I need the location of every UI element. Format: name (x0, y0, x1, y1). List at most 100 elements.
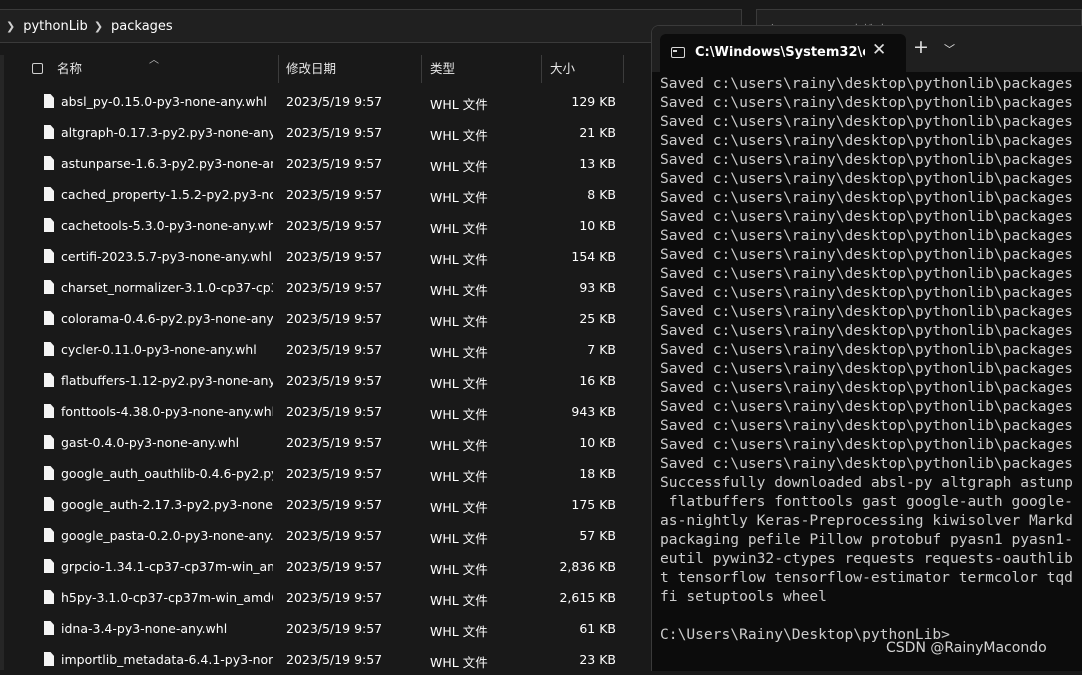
file-size: 154 KB (571, 249, 616, 264)
file-name: colorama-0.4.6-py2.py3-none-any.whl (61, 311, 273, 326)
file-size: 18 KB (579, 466, 616, 481)
file-row[interactable]: google_pasta-0.2.0-py3-none-any.whl 2023/… (20, 520, 630, 551)
file-icon (44, 404, 54, 418)
console-line: Saved c:\users\rainy\desktop\pythonlib\p… (660, 303, 1073, 320)
file-type: WHL 文件 (430, 407, 488, 422)
file-type: WHL 文件 (430, 252, 488, 267)
file-name: astunparse-1.6.3-py2.py3-none-any.whl (61, 156, 273, 171)
console-line: Saved c:\users\rainy\desktop\pythonlib\p… (660, 284, 1073, 301)
column-header-size[interactable]: 大小 (544, 55, 624, 83)
file-row[interactable]: astunparse-1.6.3-py2.py3-none-any.whl 202… (20, 148, 630, 179)
file-row[interactable]: h5py-3.1.0-cp37-cp37m-win_amd64.whl 2023/… (20, 582, 630, 613)
console-line: t tensorflow tensorflow-estimator termco… (660, 569, 1073, 586)
file-row[interactable]: importlib_metadata-6.4.1-py3-none-any.wh… (20, 644, 630, 675)
file-size: 21 KB (579, 125, 616, 140)
file-size: 2,836 KB (559, 559, 616, 574)
chevron-right-icon[interactable]: ❯ (6, 20, 15, 33)
file-row[interactable]: google_auth_oauthlib-0.4.6-py2.py3-none-… (20, 458, 630, 489)
file-name: importlib_metadata-6.4.1-py3-none-any.wh… (61, 652, 273, 667)
file-row[interactable]: idna-3.4-py3-none-any.whl 2023/5/19 9:57 W… (20, 613, 630, 644)
file-icon (44, 218, 54, 232)
file-size: 10 KB (579, 218, 616, 233)
file-type: WHL 文件 (430, 221, 488, 236)
file-icon (44, 156, 54, 170)
chevron-down-icon[interactable]: ﹀ (944, 41, 955, 57)
file-icon (44, 280, 54, 294)
console-output[interactable]: Saved c:\users\rainy\desktop\pythonlib\p… (660, 74, 1082, 644)
file-size: 8 KB (587, 187, 616, 202)
file-type: WHL 文件 (430, 97, 488, 112)
file-icon (44, 342, 54, 356)
navigation-pane-edge (0, 55, 4, 670)
tab-title: C:\Windows\System32\cmd.exe (695, 45, 865, 60)
file-row[interactable]: absl_py-0.15.0-py3-none-any.whl 2023/5/19… (20, 86, 630, 117)
console-line: Saved c:\users\rainy\desktop\pythonlib\p… (660, 151, 1073, 168)
file-name: cachetools-5.3.0-py3-none-any.whl (61, 218, 273, 233)
watermark: CSDN @RainyMacondo (886, 640, 1047, 656)
plus-icon[interactable]: + (913, 36, 929, 58)
file-date: 2023/5/19 9:57 (286, 435, 383, 450)
file-row[interactable]: altgraph-0.17.3-py2.py3-none-any.whl 2023… (20, 117, 630, 148)
file-icon (44, 373, 54, 387)
file-icon (44, 94, 54, 108)
file-size: 943 KB (571, 404, 616, 419)
file-row[interactable]: flatbuffers-1.12-py2.py3-none-any.whl 202… (20, 365, 630, 396)
select-all-checkbox[interactable] (32, 63, 43, 74)
file-row[interactable]: certifi-2023.5.7-py3-none-any.whl 2023/5/… (20, 241, 630, 272)
console-line: Saved c:\users\rainy\desktop\pythonlib\p… (660, 341, 1073, 358)
console-line: eutil pywin32-ctypes requests requests-o… (660, 550, 1073, 567)
file-date: 2023/5/19 9:57 (286, 218, 383, 233)
file-icon (44, 466, 54, 480)
file-row[interactable]: colorama-0.4.6-py2.py3-none-any.whl 2023/… (20, 303, 630, 334)
file-icon (44, 652, 54, 666)
file-row[interactable]: grpcio-1.34.1-cp37-cp37m-win_amd64.whl 20… (20, 551, 630, 582)
file-type: WHL 文件 (430, 531, 488, 546)
close-icon[interactable]: ✕ (872, 40, 886, 60)
file-row[interactable]: google_auth-2.17.3-py2.py3-none-any.whl 2… (20, 489, 630, 520)
breadcrumb-item[interactable]: packages (111, 19, 173, 34)
console-line: Saved c:\users\rainy\desktop\pythonlib\p… (660, 132, 1073, 149)
file-row[interactable]: gast-0.4.0-py3-none-any.whl 2023/5/19 9:5… (20, 427, 630, 458)
file-row[interactable]: cycler-0.11.0-py3-none-any.whl 2023/5/19 … (20, 334, 630, 365)
file-name: absl_py-0.15.0-py3-none-any.whl (61, 94, 267, 109)
file-name: idna-3.4-py3-none-any.whl (61, 621, 228, 636)
console-line: Saved c:\users\rainy\desktop\pythonlib\p… (660, 208, 1073, 225)
file-name: h5py-3.1.0-cp37-cp37m-win_amd64.whl (61, 590, 273, 605)
file-size: 25 KB (579, 311, 616, 326)
column-header-type[interactable]: 类型 (424, 55, 542, 83)
file-size: 57 KB (579, 528, 616, 543)
console-line: Saved c:\users\rainy\desktop\pythonlib\p… (660, 417, 1073, 434)
console-line: Saved c:\users\rainy\desktop\pythonlib\p… (660, 246, 1073, 263)
file-row[interactable]: fonttools-4.38.0-py3-none-any.whl 2023/5/… (20, 396, 630, 427)
file-type: WHL 文件 (430, 438, 488, 453)
console-line: Saved c:\users\rainy\desktop\pythonlib\p… (660, 379, 1073, 396)
file-date: 2023/5/19 9:57 (286, 404, 383, 419)
terminal-window: C:\Windows\System32\cmd.exe ✕ + ﹀ Saved … (651, 25, 1082, 671)
file-date: 2023/5/19 9:57 (286, 590, 383, 605)
file-row[interactable]: cachetools-5.3.0-py3-none-any.whl 2023/5/… (20, 210, 630, 241)
file-date: 2023/5/19 9:57 (286, 652, 383, 667)
file-name: charset_normalizer-3.1.0-cp37-cp37m-win_… (61, 280, 273, 295)
tab-strip: C:\Windows\System32\cmd.exe ✕ + ﹀ (652, 26, 1082, 72)
file-type: WHL 文件 (430, 469, 488, 484)
file-name: google_auth-2.17.3-py2.py3-none-any.whl (61, 497, 273, 512)
file-date: 2023/5/19 9:57 (286, 249, 383, 264)
chevron-right-icon[interactable]: ❯ (94, 20, 103, 33)
file-date: 2023/5/19 9:57 (286, 621, 383, 636)
column-header-date[interactable]: 修改日期 (280, 55, 422, 83)
breadcrumb-item[interactable]: pythonLib (23, 19, 88, 34)
file-row[interactable]: charset_normalizer-3.1.0-cp37-cp37m-win_… (20, 272, 630, 303)
console-line: flatbuffers fonttools gast google-auth g… (660, 493, 1073, 510)
file-date: 2023/5/19 9:57 (286, 187, 383, 202)
column-header-name[interactable]: ︿ 名称 (20, 55, 279, 83)
file-icon (44, 621, 54, 635)
file-type: WHL 文件 (430, 624, 488, 639)
file-row[interactable]: cached_property-1.5.2-py2.py3-none-any.w… (20, 179, 630, 210)
file-list: absl_py-0.15.0-py3-none-any.whl 2023/5/19… (20, 86, 630, 675)
address-bar[interactable]: ❯ pythonLib ❯ packages (0, 9, 742, 43)
terminal-tab[interactable]: C:\Windows\System32\cmd.exe ✕ (660, 34, 906, 72)
file-name: cached_property-1.5.2-py2.py3-none-any.w… (61, 187, 273, 202)
file-type: WHL 文件 (430, 314, 488, 329)
console-line: Saved c:\users\rainy\desktop\pythonlib\p… (660, 113, 1073, 130)
